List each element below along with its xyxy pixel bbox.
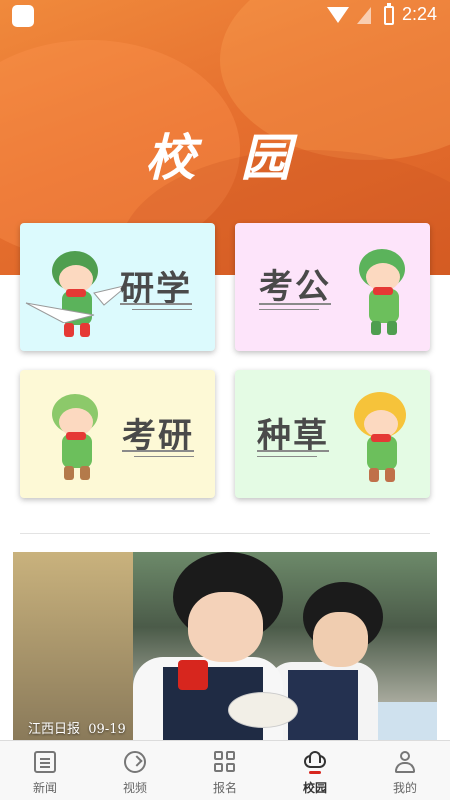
card-kaoyan[interactable]: 考研: [20, 370, 215, 498]
tab-label: 报名: [212, 781, 237, 795]
card-underline: [134, 456, 194, 457]
tab-me[interactable]: 我的: [360, 741, 450, 800]
card-underline: [132, 309, 192, 310]
books-mascot-illustration: [42, 384, 112, 484]
status-time: 2:24: [402, 4, 438, 24]
page-title: 校 园: [145, 129, 305, 187]
card-label: 考公: [259, 267, 331, 307]
tab-news[interactable]: 新闻: [0, 741, 90, 800]
photo-student: [313, 612, 368, 667]
tab-label: 视频: [122, 781, 147, 795]
tab-label: 新闻: [32, 781, 57, 795]
news-icon: [34, 751, 56, 773]
card-underline: [120, 303, 192, 305]
card-kaogong[interactable]: 考公: [235, 223, 430, 351]
news-source: 江西日报: [28, 722, 81, 737]
tab-label: 校园: [302, 781, 327, 795]
photo-student: [188, 592, 263, 662]
card-underline: [259, 303, 331, 305]
card-underline: [122, 450, 194, 452]
card-underline: [259, 309, 319, 310]
tab-signup[interactable]: 报名: [180, 741, 270, 800]
photo-background-wall: [13, 552, 133, 740]
news-date: 09-19: [88, 722, 126, 737]
photo-red-scarf: [178, 660, 208, 690]
status-bar: 2:24: [0, 0, 450, 32]
card-yanxue[interactable]: 研学: [20, 223, 215, 351]
photo-student: [288, 670, 358, 740]
news-item-image[interactable]: 江西日报 09-19: [13, 552, 437, 740]
card-underline: [257, 450, 329, 452]
campus-cloud-icon: [304, 751, 326, 774]
app-icon: [12, 5, 34, 27]
card-underline: [257, 456, 317, 457]
card-zhongcao[interactable]: 种草: [235, 370, 430, 498]
reading-mascot-illustration: [349, 239, 419, 339]
sunflower-mascot-illustration: [347, 386, 417, 486]
photo-fan: [228, 692, 298, 728]
battery-charging-icon: [384, 3, 394, 25]
tab-campus[interactable]: 校园: [270, 741, 360, 800]
news-caption: 江西日报 09-19: [28, 718, 126, 737]
paper-plane-icon: [25, 284, 129, 323]
no-sim-icon: [357, 7, 371, 24]
tab-video[interactable]: 视频: [90, 741, 180, 800]
bottom-tab-bar: 新闻 视频 报名 校园 我的: [0, 740, 450, 800]
signup-grid-icon: [214, 751, 236, 773]
section-divider: [20, 533, 430, 534]
profile-icon: [394, 751, 416, 773]
wifi-icon: [327, 7, 349, 23]
tab-label: 我的: [392, 781, 417, 795]
video-icon: [124, 751, 146, 773]
